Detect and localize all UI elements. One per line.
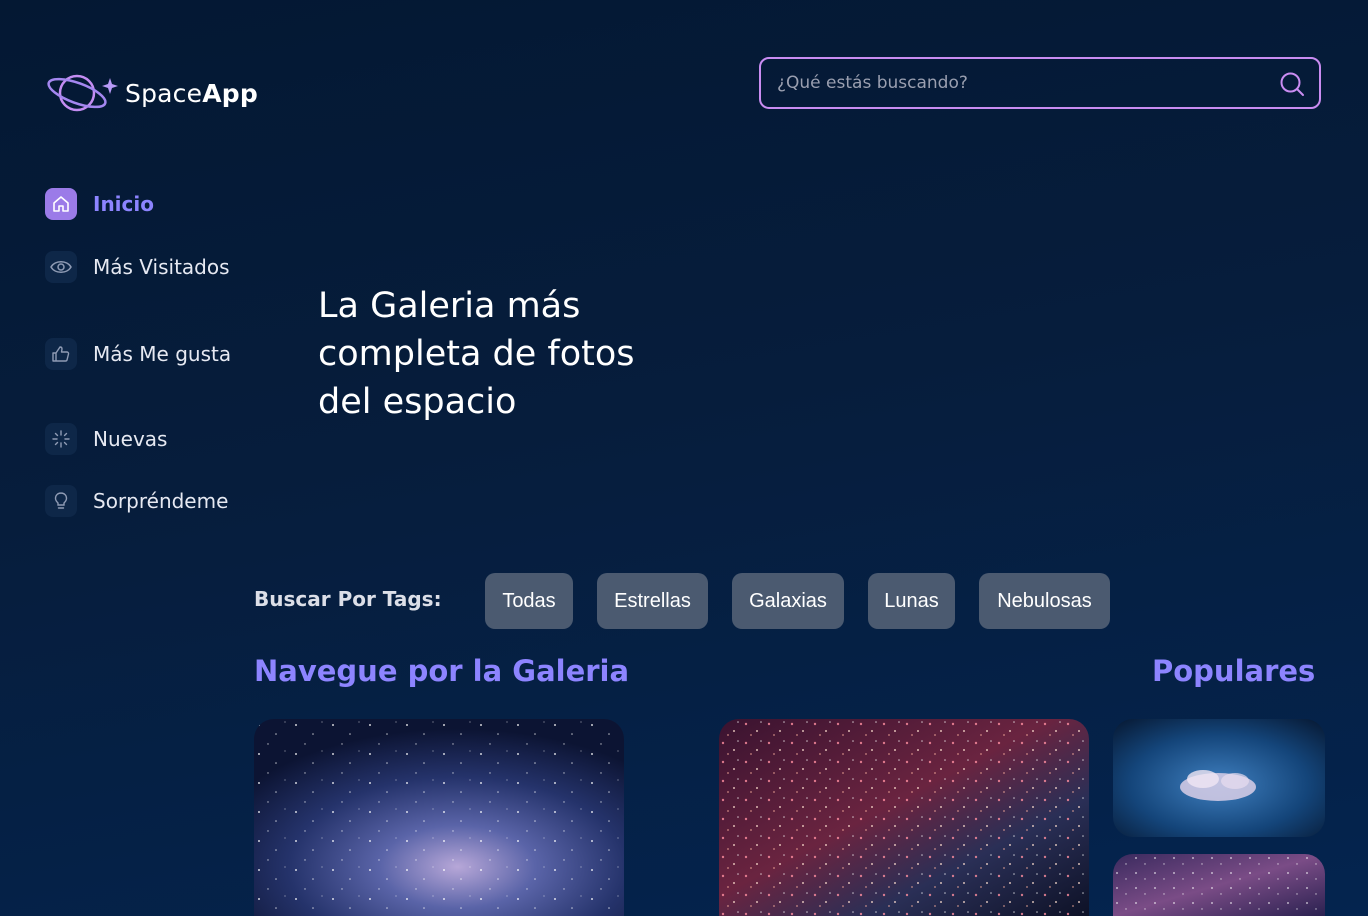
lightbulb-icon: [45, 485, 77, 517]
nav-item-sorprendeme[interactable]: Sorpréndeme: [45, 485, 243, 517]
tag-galaxias[interactable]: Galaxias: [732, 573, 844, 629]
gallery-image[interactable]: [254, 719, 624, 916]
home-icon: [45, 188, 77, 220]
eye-icon: [45, 251, 77, 283]
sparkle-icon: [45, 423, 77, 455]
popular-image[interactable]: [1113, 719, 1325, 837]
logo[interactable]: SpaceApp: [47, 68, 258, 118]
tag-nebulosas[interactable]: Nebulosas: [979, 573, 1110, 629]
nav-label: Inicio: [93, 192, 154, 216]
search-bar: [759, 57, 1321, 109]
nav-label: Más Me gusta: [93, 342, 232, 366]
nav-label: Nuevas: [93, 427, 168, 451]
popular-heading: Populares: [1152, 654, 1316, 688]
thumbs-up-icon: [45, 338, 77, 370]
search-icon[interactable]: [1279, 71, 1305, 97]
nav-label: Sorpréndeme: [93, 489, 229, 513]
tag-todas[interactable]: Todas: [485, 573, 573, 629]
tags-label: Buscar Por Tags:: [254, 587, 442, 611]
tag-estrellas[interactable]: Estrellas: [597, 573, 708, 629]
search-input[interactable]: [761, 59, 1319, 107]
popular-image[interactable]: [1113, 854, 1325, 916]
nav-item-inicio[interactable]: Inicio: [45, 188, 243, 220]
tag-lunas[interactable]: Lunas: [868, 573, 955, 629]
gallery-image[interactable]: [719, 719, 1089, 916]
nav-item-nuevas[interactable]: Nuevas: [45, 423, 243, 455]
gallery-heading: Navegue por la Galeria: [254, 654, 630, 688]
nav-item-mas-visitados[interactable]: Más Visitados: [45, 251, 243, 283]
planet-logo-icon: [47, 74, 118, 112]
hero-title: La Galeria más completa de fotos del esp…: [318, 286, 635, 422]
brand-name: SpaceApp: [125, 78, 258, 108]
nav-label: Más Visitados: [93, 255, 230, 279]
nav-item-mas-me-gusta[interactable]: Más Me gusta: [45, 338, 243, 370]
